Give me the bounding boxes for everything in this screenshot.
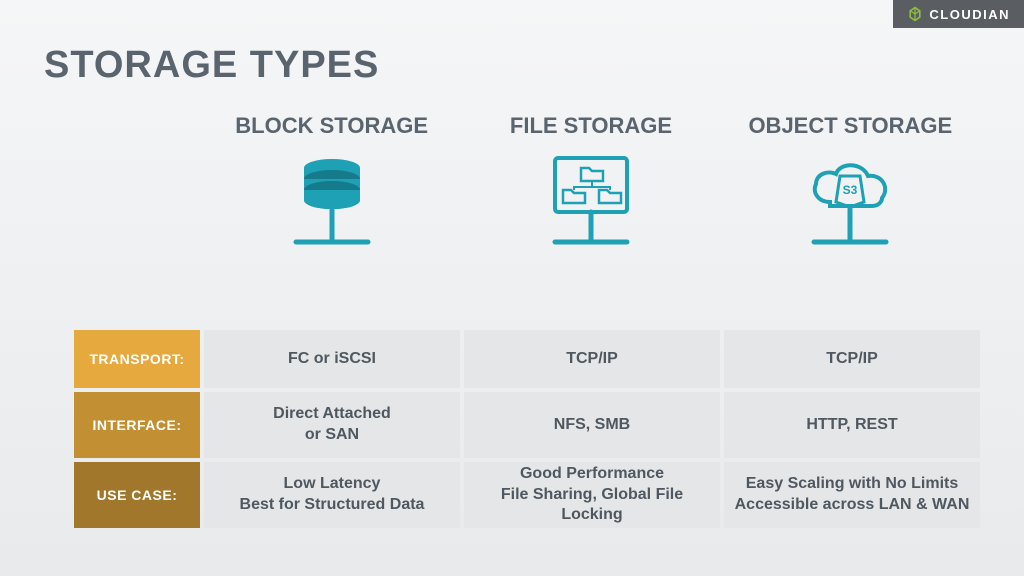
row-label-transport: TRANSPORT: [74,330,200,388]
cell-usecase-block: Low Latency Best for Structured Data [204,462,460,528]
cell-interface-object: HTTP, REST [724,392,980,458]
monitor-folders-icon [531,152,651,262]
row-usecase: USE CASE: Low Latency Best for Structure… [74,462,980,528]
column-title-object: OBJECT STORAGE [748,112,952,140]
cell-usecase-object: Easy Scaling with No Limits Accessible a… [724,462,980,528]
row-interface: INTERFACE: Direct Attached or SAN NFS, S… [74,392,980,458]
cell-transport-object: TCP/IP [724,330,980,388]
column-object: OBJECT STORAGE S3 [721,112,980,262]
column-block: BLOCK STORAGE [202,112,461,262]
row-transport: TRANSPORT: FC or iSCSI TCP/IP TCP/IP [74,330,980,388]
cell-usecase-file: Good Performance File Sharing, Global Fi… [464,462,720,528]
column-headers: BLOCK STORAGE FILE STORAGE [74,112,980,262]
s3-badge-text: S3 [843,183,858,197]
cell-interface-block: Direct Attached or SAN [204,392,460,458]
row-label-interface: INTERFACE: [74,392,200,458]
cloud-s3-icon: S3 [790,152,910,262]
cell-transport-block: FC or iSCSI [204,330,460,388]
brand-name: CLOUDIAN [929,7,1010,22]
row-label-usecase: USE CASE: [74,462,200,528]
cell-interface-file: NFS, SMB [464,392,720,458]
database-icon [272,152,392,262]
column-title-file: FILE STORAGE [510,112,672,140]
column-file: FILE STORAGE [461,112,720,262]
page-title: STORAGE TYPES [44,44,379,87]
comparison-table: TRANSPORT: FC or iSCSI TCP/IP TCP/IP INT… [74,330,980,528]
brand-icon [907,6,923,22]
brand-badge: CLOUDIAN [893,0,1024,28]
cell-transport-file: TCP/IP [464,330,720,388]
column-title-block: BLOCK STORAGE [235,112,428,140]
